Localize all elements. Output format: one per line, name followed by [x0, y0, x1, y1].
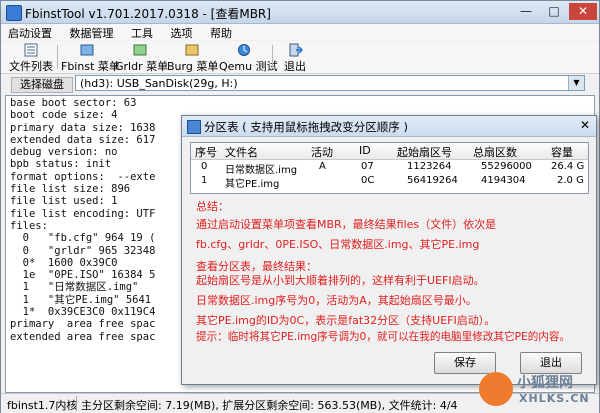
watermark-logo: 小狐狸网 XHLKS.CN — [479, 370, 595, 410]
main-window: FbinstTool v1.701.2017.0318 - [查看MBR] — … — [0, 0, 600, 413]
cell-total: 55296000 — [481, 161, 532, 172]
chevron-down-icon[interactable]: ▼ — [568, 76, 584, 90]
fox-logo-icon — [479, 372, 513, 406]
cell-no: 0 — [201, 161, 208, 172]
qemu-test-button[interactable]: Qemu 测试 — [219, 42, 278, 73]
toolbar-separator — [57, 45, 58, 69]
watermark-text-cn: 小狐狸网 — [517, 375, 573, 391]
text-line: base boot sector: 63 — [10, 97, 137, 109]
menu-boot-settings[interactable]: 启动设置 — [1, 24, 59, 41]
cell-id: 07 — [361, 161, 374, 172]
exit-button[interactable]: 退出 — [277, 42, 313, 73]
toolbar: 文件列表 Fbinst 菜单 Grldr 菜单 Burg 菜单 Qemu 测试 … — [1, 41, 599, 74]
column-header[interactable]: 活动 — [311, 144, 333, 160]
watermark-text-en: XHLKS.CN — [519, 392, 590, 405]
grldr-menu-label: Grldr 菜单 — [115, 60, 169, 73]
toolbar-separator — [272, 45, 273, 69]
disk-select-value: (hd3): USB_SanDisk(29g, H:) — [80, 77, 238, 90]
summary-line: 日常数据区.img序号为0，活动为A，其起始扇区号最小。 — [196, 294, 477, 307]
summary-line: 总结： — [196, 200, 229, 213]
maximize-icon[interactable]: □ — [541, 3, 567, 20]
minimize-icon[interactable]: — — [513, 3, 539, 20]
cell-id: 0C — [361, 175, 375, 186]
cell-size: 2.0 G — [557, 175, 584, 186]
status-kernel-version: fbinst1.7内核 — [7, 399, 78, 412]
cell-total: 4194304 — [481, 175, 526, 186]
cell-size: 26.4 G — [551, 161, 585, 172]
title-bar[interactable]: FbinstTool v1.701.2017.0318 - [查看MBR] — … — [1, 1, 599, 24]
grldr-menu-icon — [133, 44, 147, 56]
dialog-close-icon[interactable]: ✕ — [576, 118, 594, 133]
qemu-test-label: Qemu 测试 — [219, 60, 278, 73]
window-title: FbinstTool v1.701.2017.0318 - [查看MBR] — [25, 7, 271, 21]
menu-help[interactable]: 帮助 — [203, 24, 239, 41]
fbinst-menu-icon — [80, 44, 94, 56]
cell-active: A — [319, 161, 326, 172]
burg-menu-icon — [185, 44, 199, 56]
cell-start: 1123264 — [407, 161, 452, 172]
status-space-info: 主分区剩余空间: 7.19(MB), 扩展分区剩余空间: 563.53(MB),… — [81, 399, 458, 412]
dialog-app-icon — [187, 120, 201, 134]
app-icon — [6, 5, 22, 21]
grldr-menu-button[interactable]: Grldr 菜单 — [115, 42, 169, 73]
menu-tools[interactable]: 工具 — [124, 24, 160, 41]
fbinst-menu-label: Fbinst 菜单 — [61, 60, 120, 73]
cell-start: 56419264 — [407, 175, 458, 186]
partition-table-dialog: 分区表 ( 支持用鼠标拖拽改变分区顺序 ) ✕ 序号 文件名 活动 ID 起始扇… — [181, 115, 597, 385]
burg-menu-label: Burg 菜单 — [167, 60, 219, 73]
close-icon[interactable]: ✕ — [569, 3, 597, 20]
burg-menu-button[interactable]: Burg 菜单 — [167, 42, 219, 73]
cell-name: 日常数据区.img — [225, 165, 298, 176]
summary-line: fb.cfg、grldr、0PE.ISO、日常数据区.img、其它PE.img — [196, 238, 480, 251]
file-list-button[interactable]: 文件列表 — [7, 42, 55, 73]
summary-line: 通过启动设置菜单项查看MBR，最终结果files（文件）依次是 — [196, 218, 497, 231]
file-list-icon — [24, 43, 38, 57]
select-disk-label: 选择磁盘 — [11, 77, 73, 93]
summary-line: 提示：临时将其它PE.img序号调为0，就可以在我的电脑里修改其它PE的内容。 — [196, 331, 571, 343]
menu-options[interactable]: 选项 — [164, 24, 200, 41]
status-divider — [76, 396, 77, 411]
exit-icon — [289, 43, 303, 57]
column-header[interactable]: 总扇区数 — [473, 144, 517, 160]
summary-line: 其它PE.img的ID为0C，表示是fat32分区（支持UEFI启动）。 — [196, 314, 496, 327]
disk-select[interactable]: (hd3): USB_SanDisk(29g, H:) ▼ — [75, 75, 585, 91]
fbinst-menu-button[interactable]: Fbinst 菜单 — [61, 42, 120, 73]
summary-line: 起始扇区号是从小到大顺着排列的，这样有利于UEFI启动。 — [196, 274, 485, 287]
table-row[interactable]: 0 日常数据区.img A 07 1123264 55296000 26.4 G — [191, 161, 588, 176]
dialog-title-bar[interactable]: 分区表 ( 支持用鼠标拖拽改变分区顺序 ) ✕ — [182, 116, 596, 137]
partition-table[interactable]: 序号 文件名 活动 ID 起始扇区号 总扇区数 容量 0 日常数据区.img A… — [190, 142, 589, 194]
table-row[interactable]: 1 其它PE.img 0C 56419264 4194304 2.0 G — [191, 175, 588, 190]
menu-data-management[interactable]: 数据管理 — [63, 24, 121, 41]
table-header: 序号 文件名 活动 ID 起始扇区号 总扇区数 容量 — [191, 143, 588, 160]
column-header[interactable]: 序号 — [195, 144, 217, 160]
column-header[interactable]: 文件名 — [225, 144, 258, 160]
qemu-test-icon — [238, 44, 250, 56]
column-header[interactable]: ID — [359, 144, 371, 157]
disk-row: 选择磁盘 (hd3): USB_SanDisk(29g, H:) ▼ — [1, 74, 599, 94]
cell-name: 其它PE.img — [225, 179, 280, 190]
column-header[interactable]: 起始扇区号 — [397, 144, 452, 160]
column-header[interactable]: 容量 — [551, 144, 573, 160]
dialog-title: 分区表 ( 支持用鼠标拖拽改变分区顺序 ) — [204, 120, 408, 134]
file-list-label: 文件列表 — [9, 60, 53, 73]
exit-label: 退出 — [284, 60, 306, 73]
cell-no: 1 — [201, 175, 208, 186]
menu-bar: 启动设置 数据管理 工具 选项 帮助 — [1, 24, 599, 40]
